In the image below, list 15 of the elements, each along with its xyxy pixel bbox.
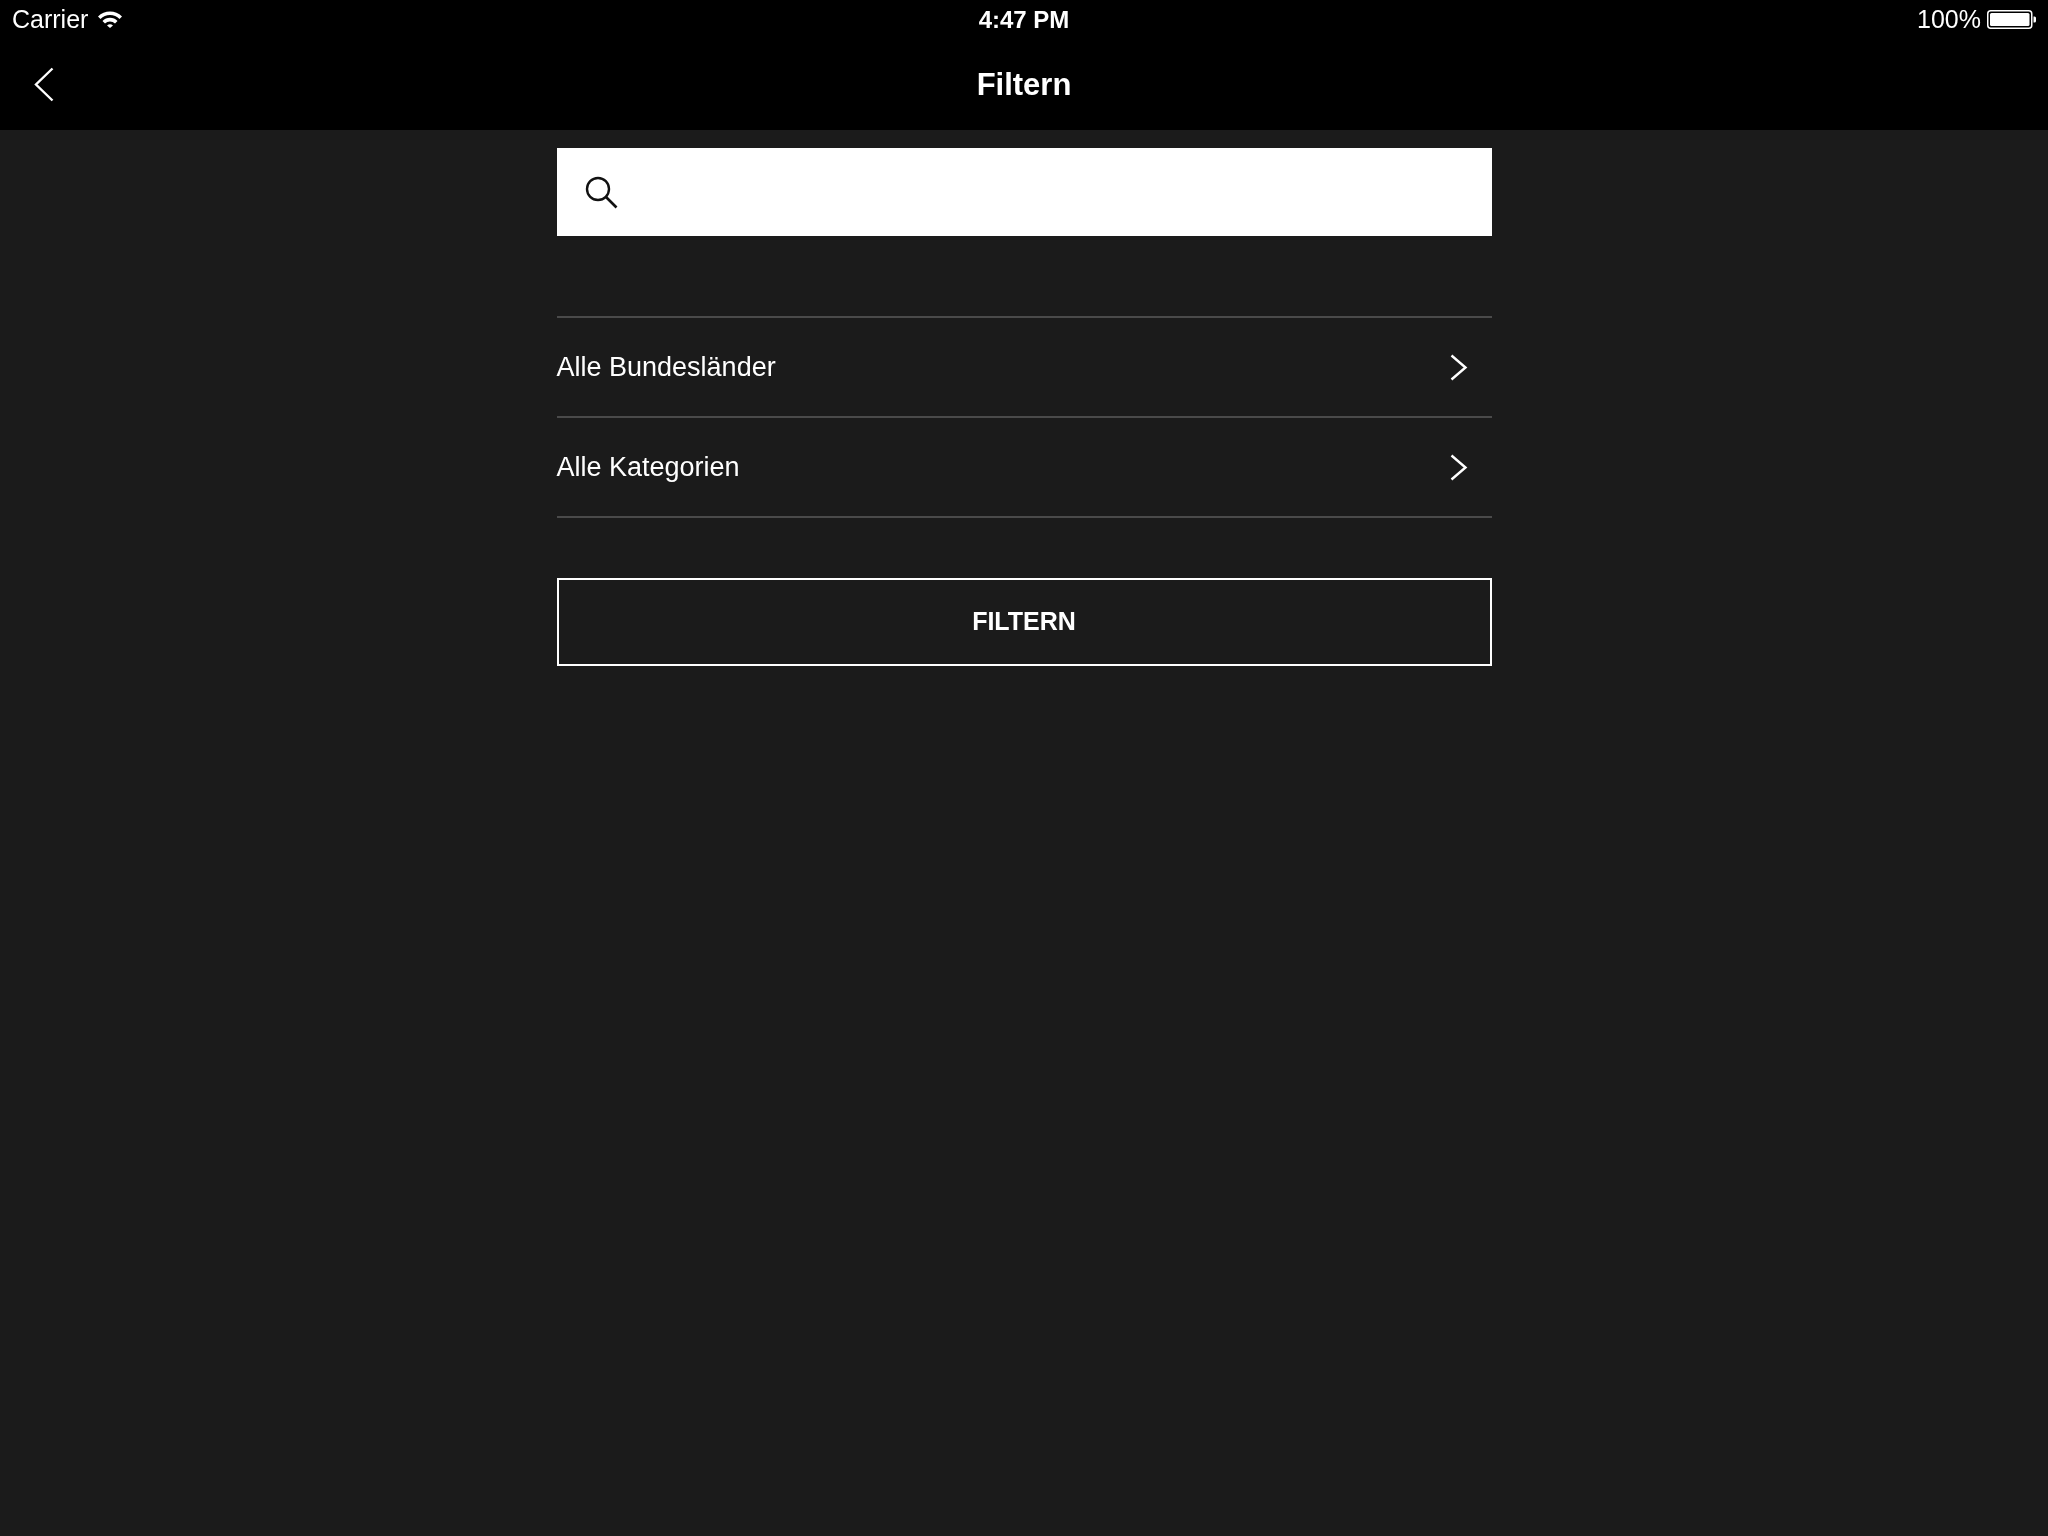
battery-icon: [1987, 10, 2036, 29]
screen-title: Filtern: [976, 69, 1072, 100]
carrier-name: Carrier: [12, 7, 89, 32]
status-time: 4:47 PM: [978, 7, 1070, 32]
search-field[interactable]: [556, 148, 1492, 236]
search-icon: [584, 175, 618, 209]
back-chevron-icon: [34, 67, 54, 102]
wifi-icon: [97, 11, 124, 28]
battery-percentage: 100%: [1917, 7, 1981, 32]
back-button[interactable]: [34, 67, 54, 102]
chevron-right-icon: [1449, 353, 1468, 381]
filter-button[interactable]: FILTERN: [556, 578, 1492, 666]
filter-row[interactable]: Alle Bundesländer: [556, 318, 1492, 418]
filter-row[interactable]: Alle Kategorien: [556, 418, 1492, 518]
chevron-right-icon: [1449, 453, 1468, 481]
